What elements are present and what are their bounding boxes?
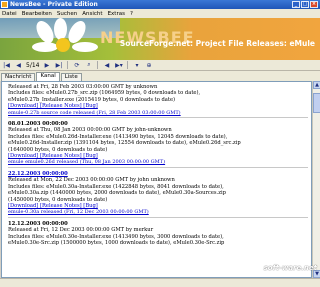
toolbar-separator [67, 61, 69, 69]
entry-line: eMule0.30e-Src.zip (1500000 bytes, 1000 … [8, 239, 225, 246]
maximize-button[interactable]: □ [301, 1, 309, 8]
search-icon[interactable]: ⌕ [84, 61, 93, 70]
toolbar: |◀ ◀ 5/14 ▶ ▶| ⟳ ⌕ ◀ ▶▾ ▾ ⊕ [0, 60, 320, 71]
refresh-icon[interactable]: ⟳ [72, 61, 81, 70]
tab-nachricht[interactable]: Nachricht [1, 73, 36, 81]
flower-center [56, 38, 70, 52]
tab-liste[interactable]: Liste [60, 73, 82, 81]
title-bar: NewsBee - Private Edition _ □ × [0, 0, 320, 9]
tab-strip: Nachricht Kanal Liste [0, 71, 320, 81]
menu-bar: Datei Bearbeiten Suchen Ansicht Extras ? [0, 9, 320, 18]
toolbar-separator [97, 61, 99, 69]
banner: NEWSBEE SourceForge.net: Project File Re… [0, 18, 320, 60]
forward-icon[interactable]: ▶▾ [114, 61, 123, 70]
scroll-thumb[interactable] [313, 93, 320, 113]
menu-tools[interactable]: Extras [108, 11, 125, 17]
filter-icon[interactable]: ▾ [132, 61, 141, 70]
news-entry: 12.12.2003 00:00:00 Released at Fri, 12 D… [8, 221, 308, 247]
vertical-scrollbar[interactable]: ▲ ▼ [312, 81, 320, 278]
prev-page-button[interactable]: ◀ [14, 61, 23, 70]
flower-petal [54, 18, 67, 40]
next-page-button[interactable]: ▶ [42, 61, 51, 70]
first-page-button[interactable]: |◀ [2, 61, 11, 70]
entry-title-link[interactable]: emule emule0.26d released (Thu, 08 Jan 2… [8, 159, 308, 168]
flower-petal [72, 42, 98, 52]
flower-petal [32, 42, 58, 52]
zoom-icon[interactable]: ⊕ [144, 61, 153, 70]
last-page-button[interactable]: ▶| [54, 61, 63, 70]
news-entry: 22.12.2003 00:00:00 Released at Mon, 22 D… [8, 171, 308, 218]
app-icon [1, 1, 8, 8]
scroll-up-icon[interactable]: ▲ [313, 81, 320, 89]
status-bar [0, 278, 320, 287]
watermark: soft-ware.net [263, 264, 317, 272]
tab-kanal[interactable]: Kanal [36, 72, 60, 81]
menu-view[interactable]: Ansicht [82, 11, 102, 17]
menu-file[interactable]: Datei [2, 11, 17, 17]
back-icon[interactable]: ◀ [102, 61, 111, 70]
menu-search[interactable]: Suchen [57, 11, 77, 17]
toolbar-separator [127, 61, 129, 69]
minimize-button[interactable]: _ [292, 1, 300, 8]
menu-edit[interactable]: Bearbeiten [22, 11, 52, 17]
news-entry: Released at Fri, 28 Feb 2003 03:00:00 GM… [8, 84, 308, 119]
feed-title: SourceForge.net: Project File Releases: … [119, 39, 315, 48]
entry-title-link[interactable]: emule-0.27b source code released (Fri, 2… [8, 110, 308, 119]
page-indicator: 5/14 [26, 61, 40, 69]
menu-help[interactable]: ? [130, 11, 133, 17]
close-button[interactable]: × [310, 1, 318, 8]
news-entry: 08.01.2003 00:00:00 Released at Thu, 08 J… [8, 121, 308, 168]
window-title: NewsBee - Private Edition [10, 1, 98, 8]
channel-content: Released at Fri, 28 Feb 2003 03:00:00 GM… [1, 81, 312, 278]
entry-title-link[interactable]: emule-0.30a released (Fri, 12 Dec 2003 0… [8, 209, 308, 218]
